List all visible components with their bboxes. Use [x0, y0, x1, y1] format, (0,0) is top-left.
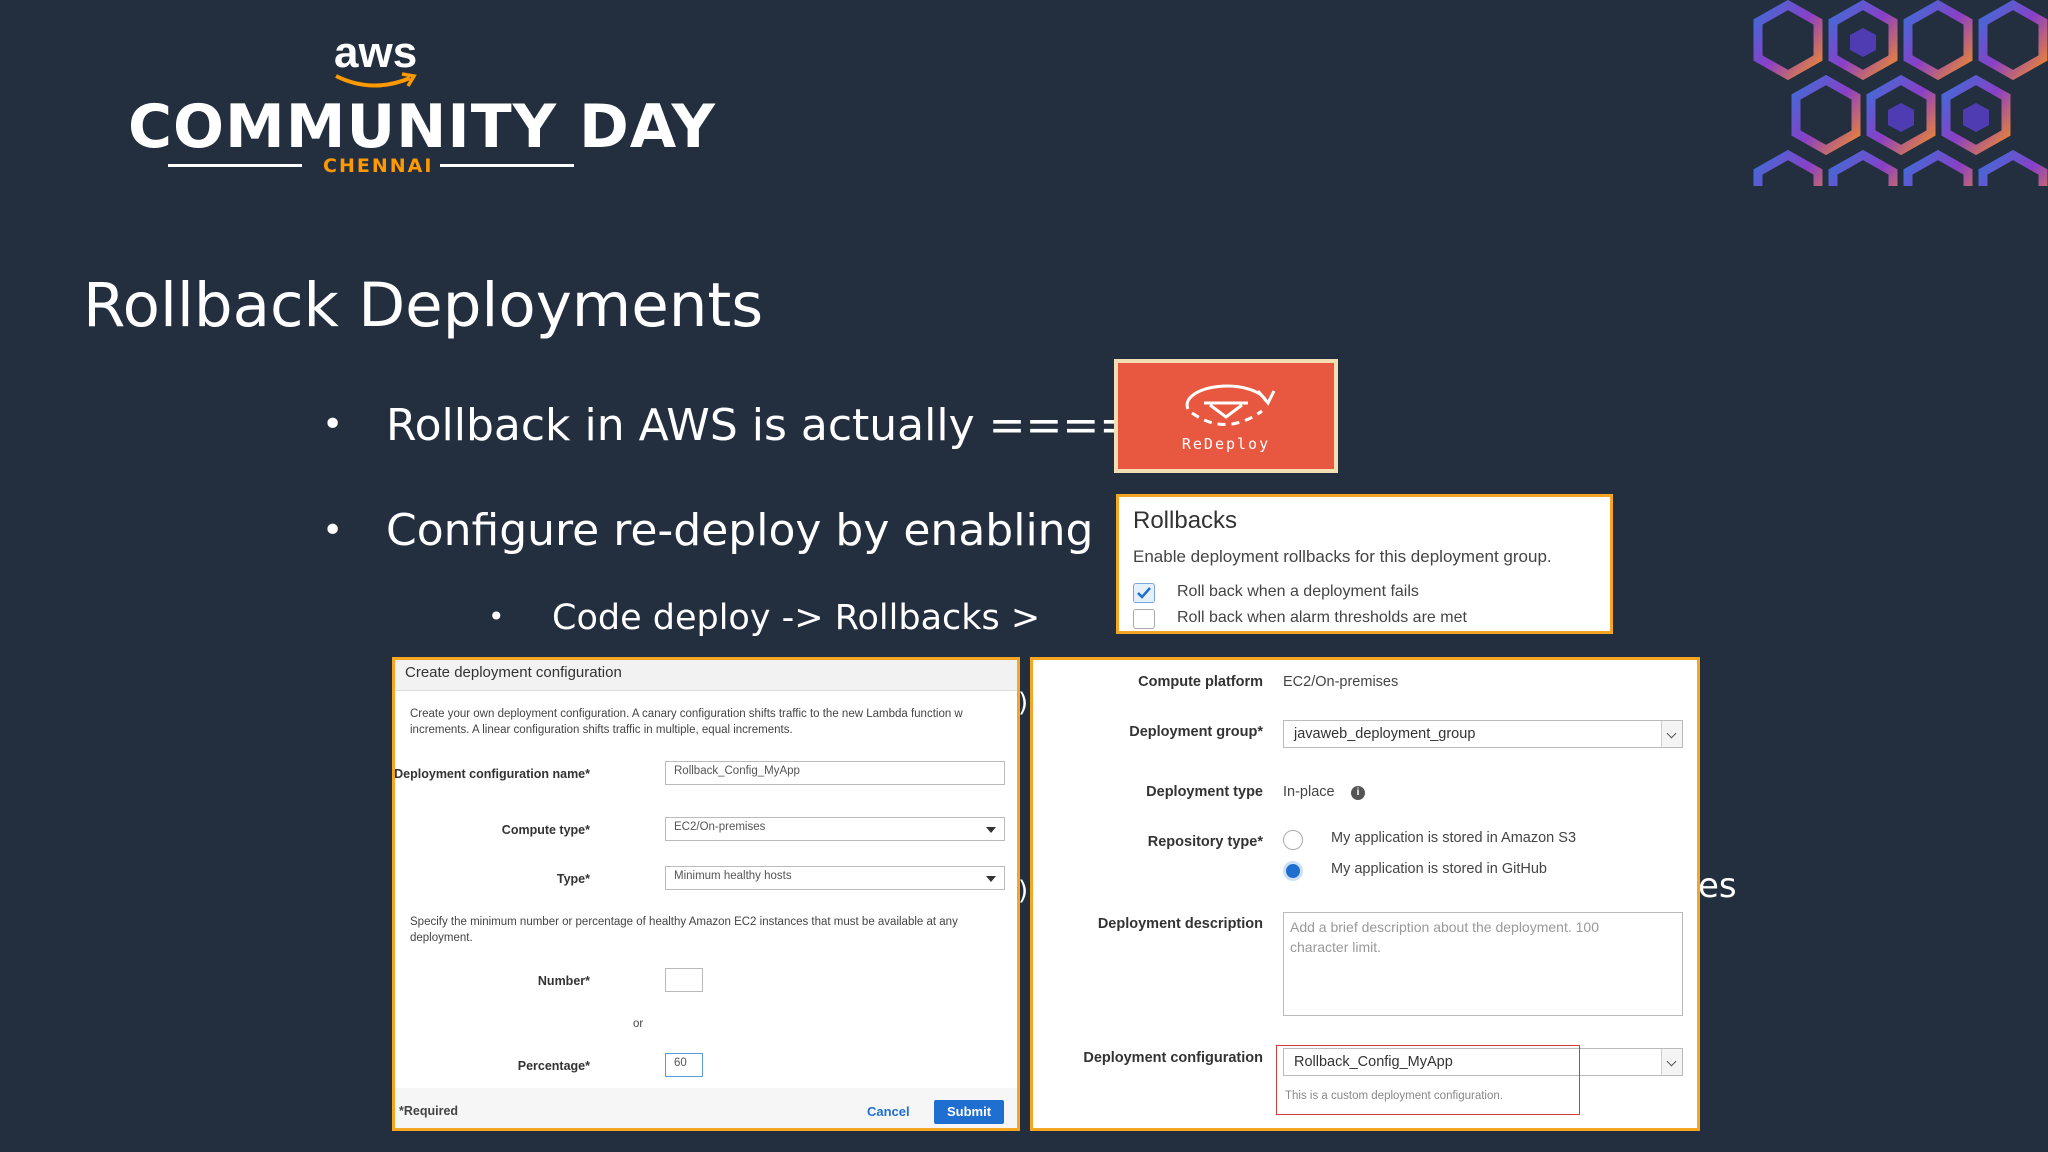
- number-label: Number*: [537, 974, 590, 988]
- cancel-button[interactable]: Cancel: [867, 1104, 910, 1119]
- sub-bullet-marker: •: [488, 600, 505, 633]
- percentage-label: Percentage*: [517, 1059, 590, 1073]
- logo-divider-right: [440, 164, 574, 167]
- redeploy-label: ReDeploy: [1181, 435, 1271, 453]
- redeploy-arrows-icon: [1185, 384, 1276, 426]
- deployment-config-label: Deployment configuration: [1083, 1050, 1263, 1066]
- compute-type-select[interactable]: EC2/On-premises: [665, 817, 1005, 841]
- bullet-marker: •: [322, 510, 344, 551]
- required-note: *Required: [399, 1104, 459, 1118]
- create-deployment-config-dialog: Create deployment configuration Create y…: [392, 657, 1020, 1131]
- chevron-down-icon: [1661, 1049, 1682, 1075]
- config-name-label: Deployment configuration name*: [394, 767, 590, 781]
- checkmark-icon: [1137, 587, 1151, 599]
- aws-smile-icon: [335, 72, 417, 88]
- compute-type-value: EC2/On-premises: [674, 821, 766, 833]
- deployment-description-label: Deployment description: [1097, 916, 1263, 932]
- specify-text-2: deployment.: [410, 932, 473, 944]
- percentage-input[interactable]: 60: [665, 1053, 703, 1077]
- type-select[interactable]: Minimum healthy hosts: [665, 866, 1005, 890]
- rollbacks-title: Rollbacks: [1133, 507, 1238, 534]
- deployment-type-label: Deployment type: [1146, 784, 1263, 800]
- rollback-on-failure-label: Roll back when a deployment fails: [1177, 583, 1419, 600]
- info-icon[interactable]: i: [1351, 786, 1365, 800]
- rollback-on-alarm-label: Roll back when alarm thresholds are met: [1177, 609, 1467, 626]
- dialog-title: Create deployment configuration: [405, 664, 622, 681]
- hexagon-pattern-icon: [1753, 0, 2048, 186]
- config-name-input[interactable]: Rollback_Config_MyApp: [665, 761, 1005, 785]
- rollback-on-alarm-checkbox[interactable]: [1133, 609, 1155, 629]
- bullet-configure: Configure re-deploy by enabling: [386, 505, 1094, 556]
- sub-bullet-codedeploy: Code deploy -> Rollbacks >: [552, 598, 1041, 638]
- type-label: Type*: [556, 872, 590, 886]
- hidden-text-fragment: es: [1698, 866, 1737, 906]
- compute-platform-value: EC2/On-premises: [1283, 674, 1399, 690]
- deployment-type-value: In-place: [1283, 784, 1335, 800]
- event-city: CHENNAI: [323, 155, 434, 177]
- deployment-description-textarea[interactable]: Add a brief description about the deploy…: [1283, 912, 1683, 1016]
- dialog-footer: [395, 1088, 1017, 1128]
- number-input[interactable]: [665, 968, 703, 992]
- event-title: COMMUNITY DAY: [128, 92, 716, 162]
- highlight-box: [1276, 1045, 1580, 1115]
- repo-s3-label: My application is stored in Amazon S3: [1331, 830, 1577, 846]
- dropdown-arrow-icon: [986, 876, 996, 882]
- compute-platform-label: Compute platform: [1138, 674, 1263, 690]
- intro-text: Create your own deployment configuration…: [410, 708, 963, 720]
- intro-text-2: increments. A linear configuration shift…: [410, 724, 793, 736]
- rollbacks-description: Enable deployment rollbacks for this dep…: [1133, 547, 1552, 566]
- repo-github-radio[interactable]: [1283, 861, 1303, 881]
- deployment-group-select[interactable]: javaweb_deployment_group: [1283, 720, 1683, 748]
- redeploy-icon: ReDeploy: [1114, 359, 1338, 473]
- dropdown-arrow-icon: [986, 827, 996, 833]
- rollbacks-panel: Rollbacks Enable deployment rollbacks fo…: [1116, 494, 1613, 634]
- submit-button[interactable]: Submit: [934, 1100, 1004, 1124]
- deployment-group-value: javaweb_deployment_group: [1294, 726, 1476, 742]
- slide-title: Rollback Deployments: [83, 270, 764, 341]
- create-deployment-form: Compute platform EC2/On-premises Deploym…: [1030, 657, 1700, 1131]
- compute-type-label: Compute type*: [501, 823, 590, 837]
- type-value: Minimum healthy hosts: [674, 870, 792, 882]
- repo-github-label: My application is stored in GitHub: [1331, 861, 1547, 877]
- deployment-group-label: Deployment group*: [1129, 724, 1263, 740]
- or-separator: or: [633, 1018, 644, 1030]
- bullet-rollback: Rollback in AWS is actually ====>: [386, 400, 1173, 451]
- bullet-marker: •: [322, 404, 344, 445]
- repository-type-label: Repository type*: [1147, 834, 1263, 850]
- repo-s3-radio[interactable]: [1283, 830, 1303, 850]
- description-placeholder: Add a brief description about the deploy…: [1290, 919, 1599, 935]
- logo-divider-left: [168, 164, 302, 167]
- specify-text: Specify the minimum number or percentage…: [410, 916, 958, 928]
- chevron-down-icon: [1661, 721, 1682, 747]
- rollback-on-failure-checkbox[interactable]: [1133, 583, 1155, 603]
- description-placeholder-2: character limit.: [1290, 939, 1382, 955]
- dialog-header: Create deployment configuration: [395, 660, 1017, 691]
